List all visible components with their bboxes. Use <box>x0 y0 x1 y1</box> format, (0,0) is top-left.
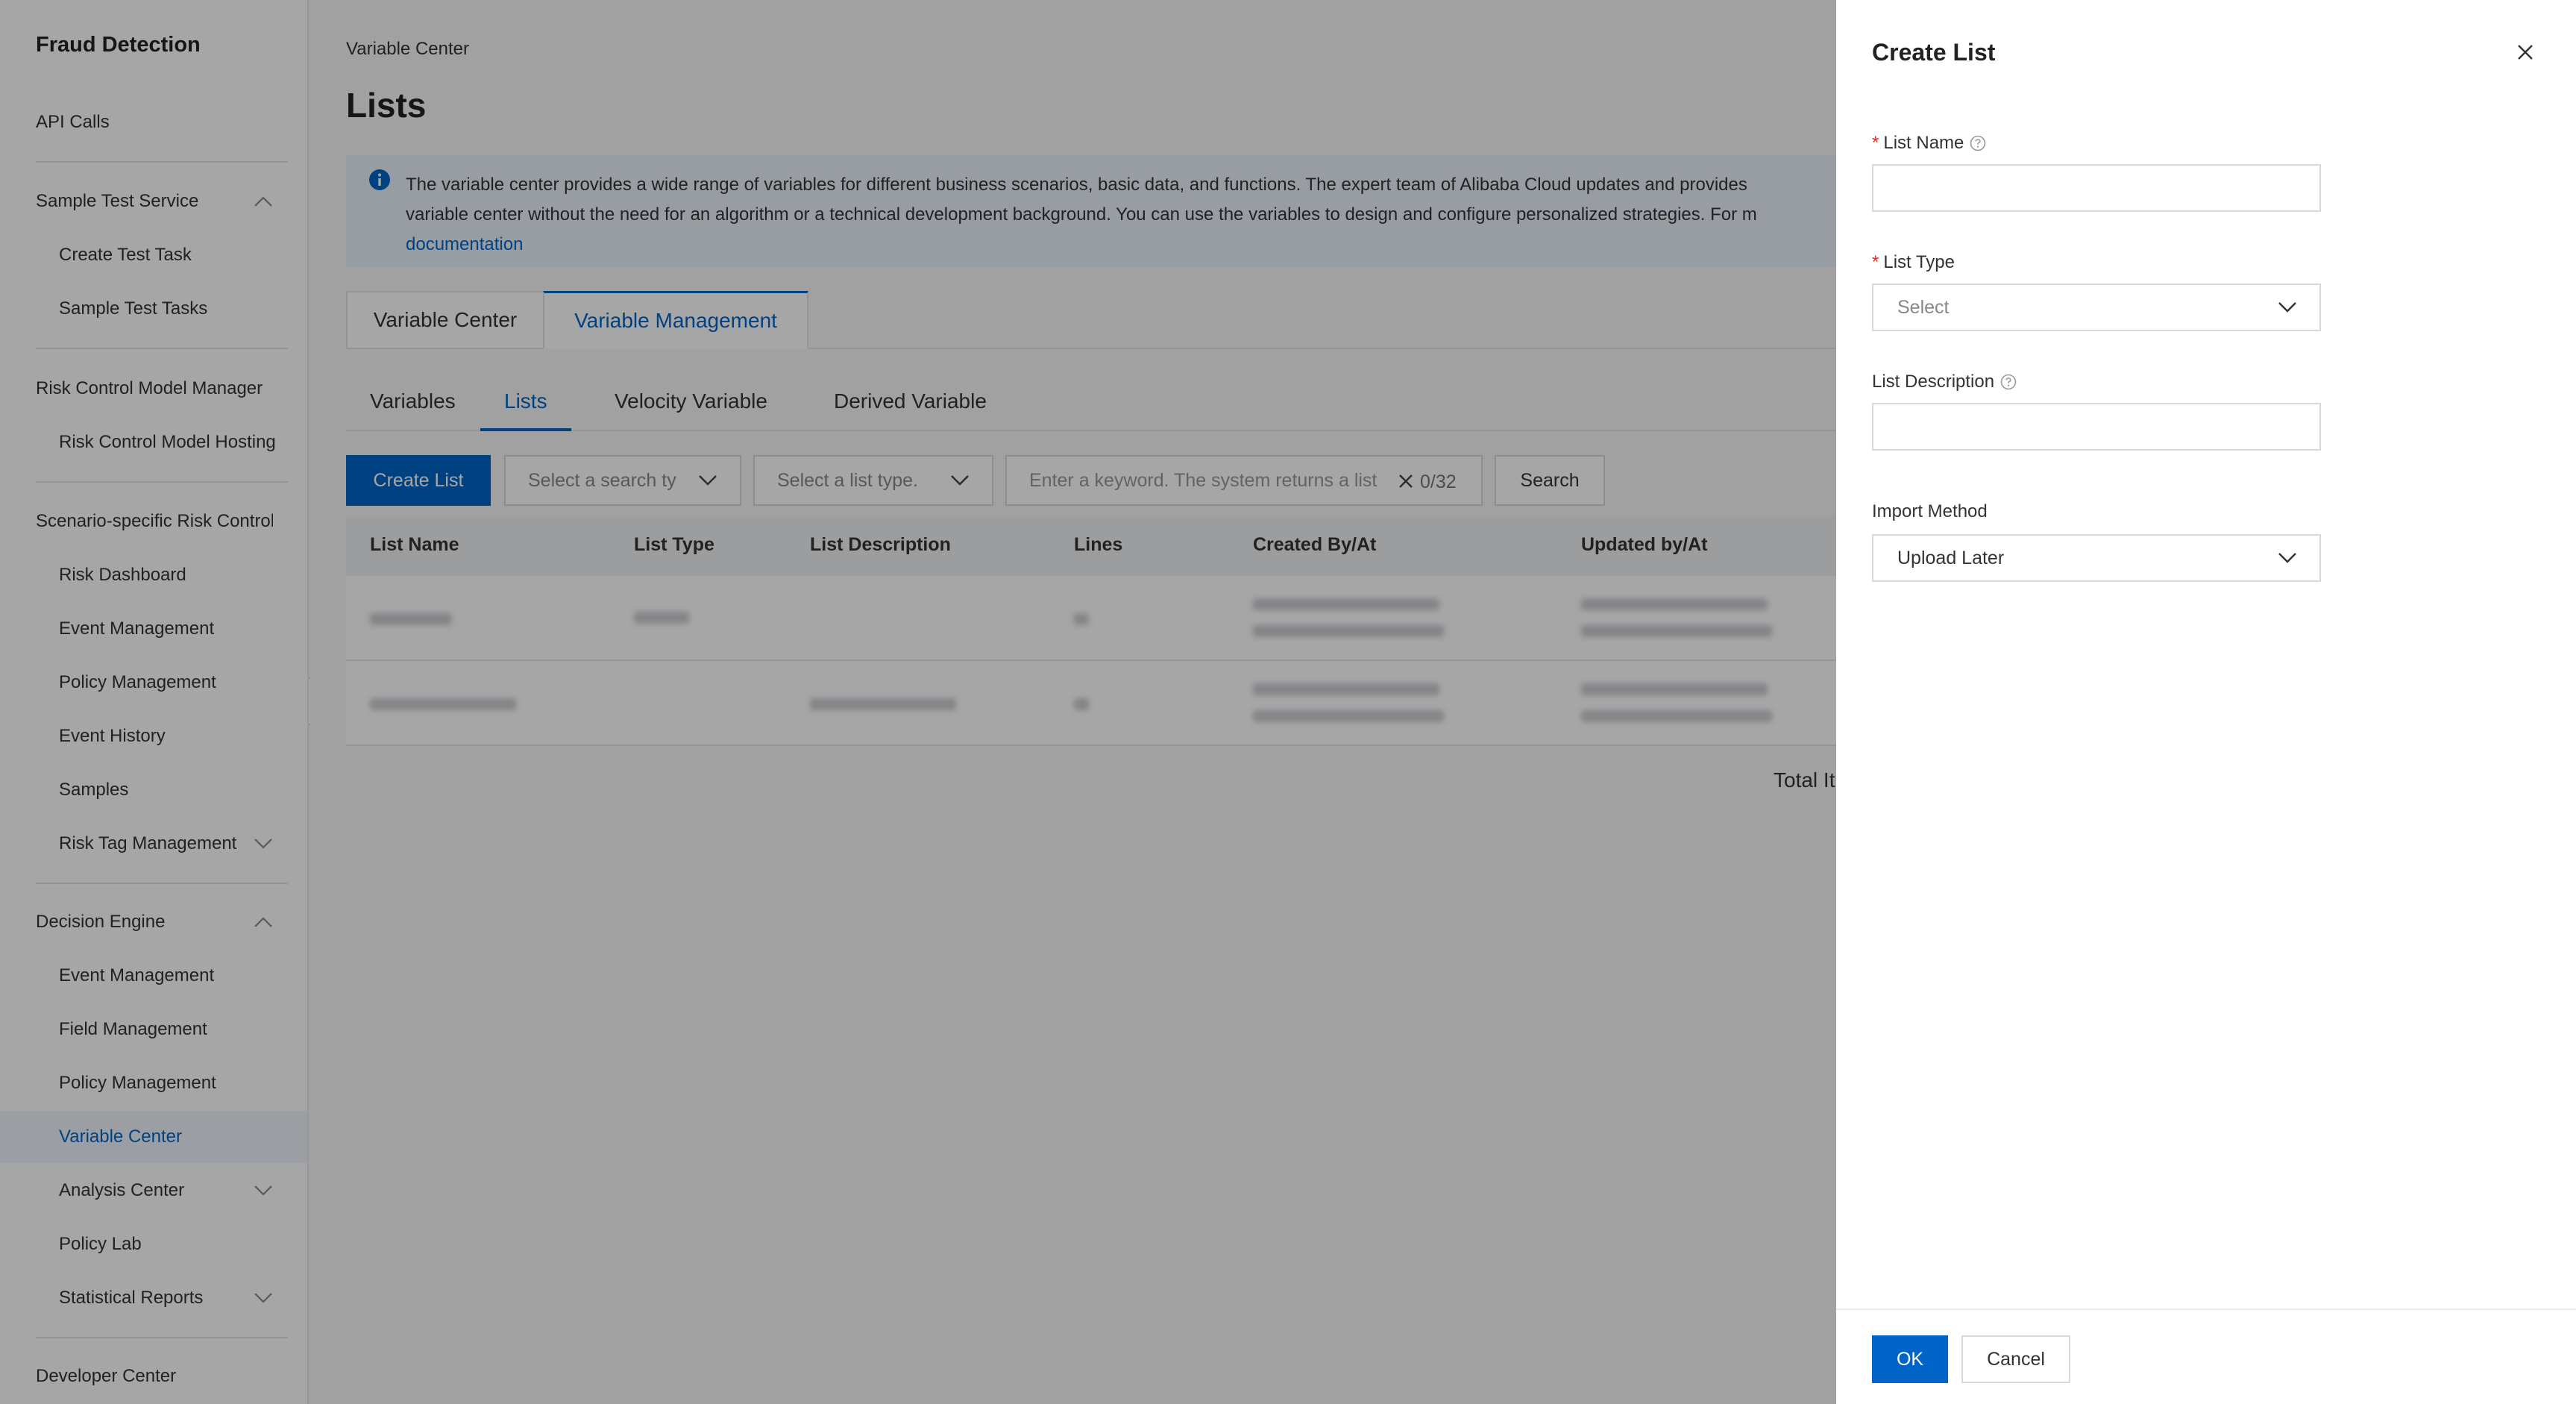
cancel-button[interactable]: Cancel <box>1961 1335 2070 1383</box>
drawer-title: Create List <box>1872 39 1996 66</box>
chevron-down-icon <box>2278 301 2297 313</box>
label-text: List Name <box>1883 133 1964 153</box>
help-icon[interactable] <box>2000 374 2017 390</box>
import-method-select[interactable]: Upload Later <box>1872 534 2321 582</box>
label-text: Import Method <box>1872 501 1988 521</box>
select-placeholder: Select <box>1897 296 1950 318</box>
list-type-label: * List Type <box>1872 252 1955 273</box>
help-icon[interactable] <box>1970 135 1986 151</box>
import-method-label: Import Method <box>1872 501 1988 522</box>
list-description-input[interactable] <box>1872 403 2321 451</box>
list-type-select[interactable]: Select <box>1872 283 2321 331</box>
label-text: List Description <box>1872 372 1995 392</box>
ok-button[interactable]: OK <box>1872 1335 1948 1383</box>
create-list-drawer: Create List * List Name * List Type Sele… <box>1836 0 2576 1404</box>
select-value: Upload Later <box>1897 547 2005 568</box>
list-description-label: List Description <box>1872 372 2017 392</box>
list-name-input[interactable] <box>1872 164 2321 212</box>
required-mark: * <box>1872 252 1879 272</box>
required-mark: * <box>1872 133 1879 153</box>
chevron-down-icon <box>2278 552 2297 564</box>
label-text: List Type <box>1883 252 1955 272</box>
modal-overlay[interactable] <box>0 0 1836 1404</box>
close-icon[interactable] <box>2516 43 2534 61</box>
list-name-label: * List Name <box>1872 133 1986 154</box>
drawer-footer-divider <box>1836 1309 2576 1310</box>
